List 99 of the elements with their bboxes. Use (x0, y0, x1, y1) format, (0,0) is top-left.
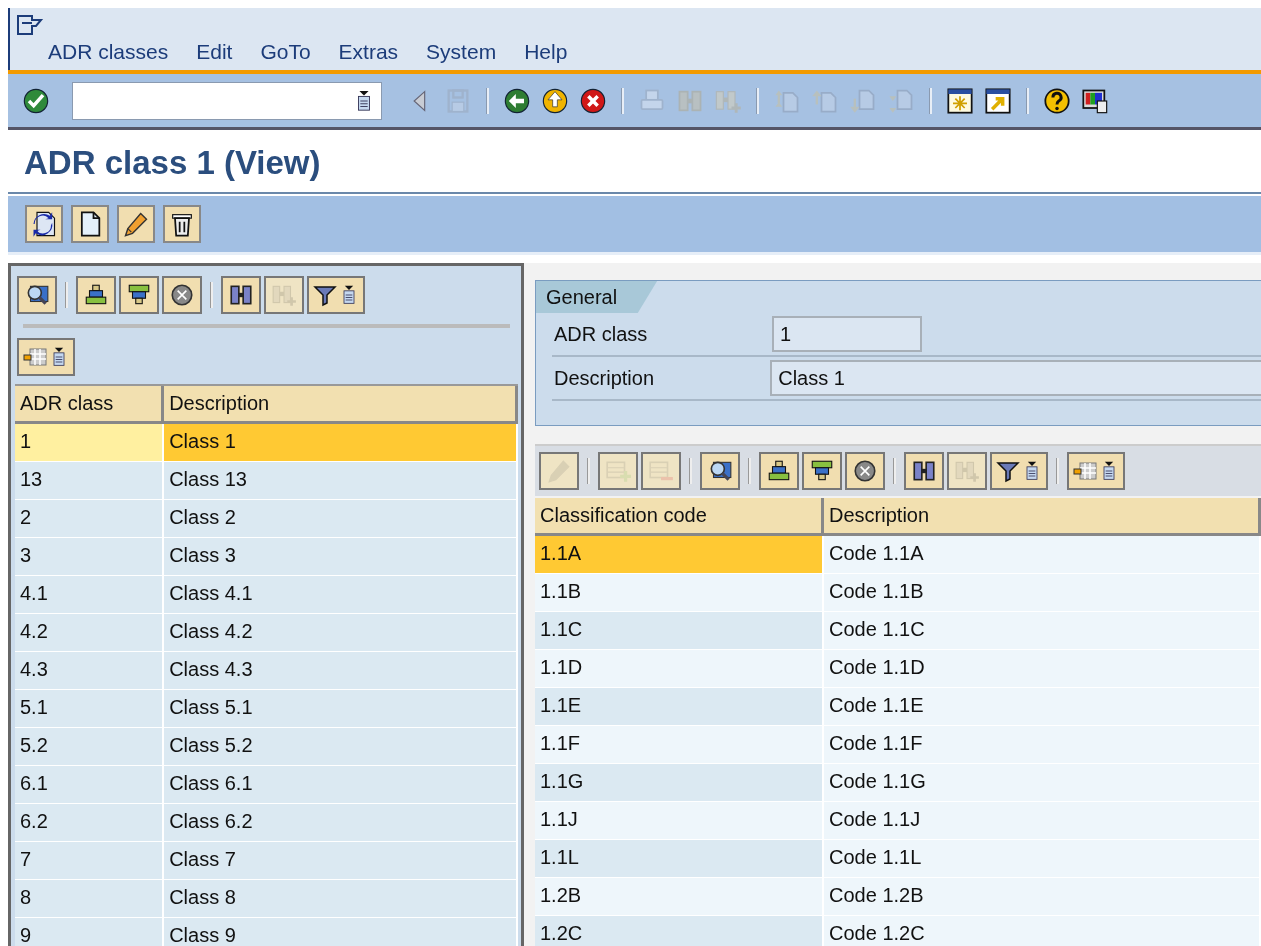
table-cell[interactable]: Class 5.2 (164, 728, 518, 766)
table-cell[interactable]: Class 1 (164, 424, 518, 462)
layout-button[interactable] (17, 338, 75, 376)
input-field[interactable]: Class 1 (770, 360, 1261, 396)
table-cell[interactable]: 1.2C (535, 916, 825, 946)
table-cell[interactable]: Code 1.1G (824, 764, 1261, 802)
table-cell[interactable]: 1.1C (535, 612, 825, 650)
toolbar-button[interactable] (221, 276, 261, 314)
circle-x-icon (169, 282, 195, 308)
table-grid-icon (1073, 459, 1097, 483)
field-label: ADR class (553, 322, 649, 346)
table-cell[interactable]: Class 13 (164, 462, 518, 500)
table-cell[interactable]: Code 1.2B (824, 878, 1261, 916)
toolbar-button[interactable] (25, 205, 63, 243)
toolbar-button[interactable] (904, 452, 944, 490)
cancel-icon[interactable] (579, 86, 607, 115)
toolbar-button[interactable] (76, 276, 116, 314)
table-cell[interactable]: Class 4.1 (164, 576, 518, 614)
menu-item[interactable]: ADR classes (48, 40, 169, 64)
table-cell[interactable]: 1.1J (535, 802, 825, 840)
table-cell[interactable]: Class 6.2 (164, 804, 518, 842)
table-cell[interactable]: Class 9 (164, 918, 518, 946)
table-cell[interactable]: 2 (15, 500, 165, 538)
pencil-icon (122, 210, 150, 238)
filter-button[interactable] (990, 452, 1048, 490)
table-cell[interactable]: 4.1 (15, 576, 165, 614)
column-header[interactable]: ADR class (15, 386, 165, 424)
command-field[interactable] (72, 81, 382, 120)
table-cell[interactable]: Class 4.3 (164, 652, 518, 690)
table-cell[interactable]: Code 1.1J (824, 802, 1261, 840)
tab[interactable]: General (536, 281, 658, 313)
table-cell[interactable]: 4.3 (15, 652, 165, 690)
table-cell[interactable]: 1.1F (535, 726, 825, 764)
table-cell[interactable]: 1.1L (535, 840, 825, 878)
table-cell[interactable]: Class 6.1 (164, 766, 518, 804)
table-cell[interactable]: 6.2 (15, 804, 165, 842)
table-cell[interactable]: 1.1A (535, 536, 825, 574)
table-cell[interactable]: 1.1E (535, 688, 825, 726)
table-cell[interactable]: 6.1 (15, 766, 165, 804)
input-field[interactable]: 1 (772, 316, 922, 352)
filter-button[interactable] (307, 276, 365, 314)
table-cell[interactable]: Code 1.1A (824, 536, 1261, 574)
menu-item[interactable]: System (426, 40, 497, 64)
column-header[interactable]: Description (824, 498, 1261, 536)
table-cell[interactable]: Class 3 (164, 538, 518, 576)
table-cell[interactable]: 5.1 (15, 690, 165, 728)
table-cell[interactable]: 1.1B (535, 574, 825, 612)
table-cell[interactable]: 1.1G (535, 764, 825, 802)
table-cell[interactable]: 8 (15, 880, 165, 918)
toolbar-button[interactable] (17, 276, 57, 314)
table-cell[interactable]: 1.1D (535, 650, 825, 688)
filter-icon (996, 459, 1020, 483)
table-cell[interactable]: Class 5.1 (164, 690, 518, 728)
table-cell[interactable]: Class 2 (164, 500, 518, 538)
screen-title: ADR class 1 (View) (24, 144, 321, 182)
column-header[interactable]: Classification code (535, 498, 825, 536)
toolbar-button[interactable] (163, 205, 201, 243)
back-icon[interactable] (503, 86, 531, 115)
table-cell[interactable]: 7 (15, 842, 165, 880)
table-cell[interactable]: Code 1.1B (824, 574, 1261, 612)
menu-icon[interactable] (16, 14, 44, 38)
table-cell[interactable]: Code 1.2C (824, 916, 1261, 946)
table-cell[interactable]: 4.2 (15, 614, 165, 652)
table-cell[interactable]: Code 1.1D (824, 650, 1261, 688)
table-cell[interactable]: Code 1.1C (824, 612, 1261, 650)
toolbar-button[interactable] (759, 452, 799, 490)
layout-button[interactable] (1067, 452, 1125, 490)
table-cell[interactable]: 9 (15, 918, 165, 946)
table-grid-icon (23, 345, 47, 369)
toolbar-button[interactable] (71, 205, 109, 243)
new-window-icon[interactable] (946, 86, 974, 115)
field-label: Description (553, 366, 656, 390)
check-icon[interactable] (22, 86, 50, 115)
table-cell[interactable]: 3 (15, 538, 165, 576)
menu-item[interactable]: GoTo (260, 40, 311, 64)
toolbar-button[interactable] (117, 205, 155, 243)
table-cell[interactable]: 5.2 (15, 728, 165, 766)
menu-item[interactable]: Help (524, 40, 568, 64)
table-cell[interactable]: Code 1.1E (824, 688, 1261, 726)
menu-item[interactable]: Edit (196, 40, 233, 64)
table-cell[interactable]: Code 1.1F (824, 726, 1261, 764)
filter-icon (313, 283, 337, 307)
table-cell[interactable]: 1.2B (535, 878, 825, 916)
help-icon[interactable] (1043, 86, 1071, 115)
table-cell[interactable]: 1 (15, 424, 165, 462)
table-cell[interactable]: Class 7 (164, 842, 518, 880)
column-header[interactable]: Description (164, 386, 518, 424)
toolbar-button[interactable] (700, 452, 740, 490)
toolbar-button[interactable] (162, 276, 202, 314)
toolbar-button[interactable] (802, 452, 842, 490)
table-cell[interactable]: Code 1.1L (824, 840, 1261, 878)
menu-item[interactable]: Extras (338, 40, 399, 64)
table-cell[interactable]: Class 4.2 (164, 614, 518, 652)
toolbar-button[interactable] (845, 452, 885, 490)
table-cell[interactable]: Class 8 (164, 880, 518, 918)
toolbar-button[interactable] (119, 276, 159, 314)
shortcut-icon[interactable] (984, 86, 1012, 115)
circle-x-icon (852, 458, 878, 484)
table-cell[interactable]: 13 (15, 462, 165, 500)
